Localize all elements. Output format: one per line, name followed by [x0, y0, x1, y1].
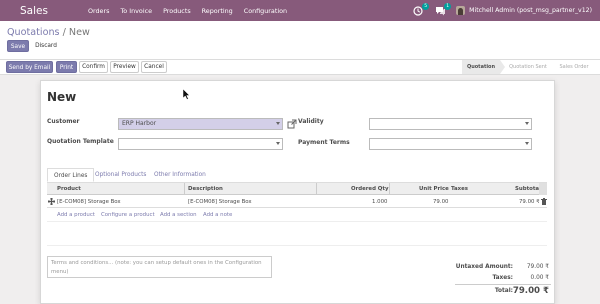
top-navbar: Sales Orders To Invoice Products Reporti…	[0, 0, 600, 21]
drag-handle-icon[interactable]	[47, 197, 56, 206]
col-taxes[interactable]: Taxes	[451, 186, 468, 192]
preview-button[interactable]: Preview	[110, 61, 139, 73]
col-divider	[184, 183, 185, 195]
taxes-label: Taxes:	[492, 275, 513, 281]
breadcrumb-quotations[interactable]: Quotations	[7, 27, 60, 38]
send-by-email-button[interactable]: Send by Email	[6, 61, 53, 73]
external-link-icon[interactable]	[287, 119, 297, 129]
app-name[interactable]: Sales	[20, 5, 48, 17]
total-value: 79.00 ₹	[512, 286, 549, 296]
messages-icon[interactable]: 1	[434, 2, 452, 17]
main-menu: Orders To Invoice Products Reporting Con…	[88, 7, 298, 15]
tab-optional-products[interactable]: Optional Products	[89, 168, 152, 182]
trash-icon[interactable]	[541, 198, 547, 205]
form-sheet: New Customer ERP Harbor Quotation Templa…	[40, 80, 555, 304]
col-divider	[389, 183, 390, 195]
customer-field[interactable]: ERP Harbor	[118, 118, 283, 130]
row-qty[interactable]: 1.000	[372, 199, 387, 205]
quotation-template-field[interactable]	[118, 138, 283, 150]
discard-button[interactable]: Discard	[32, 40, 60, 52]
taxes-value: 0.00 ₹	[530, 275, 549, 281]
chevron-down-icon[interactable]	[525, 142, 529, 145]
add-section-link[interactable]: Add a section	[160, 212, 197, 218]
tab-order-lines[interactable]: Order Lines	[47, 168, 95, 182]
configure-product-link[interactable]: Configure a product	[101, 212, 155, 218]
row-divider	[47, 245, 547, 246]
stage-sales-order[interactable]: Sales Order	[553, 60, 595, 74]
breadcrumb-current: New	[68, 27, 90, 38]
menu-to-invoice[interactable]: To Invoice	[120, 7, 152, 15]
validity-field[interactable]	[369, 118, 532, 130]
row-subtotal: 79.00 ₹	[519, 199, 540, 205]
untaxed-value: 79.00 ₹	[526, 264, 549, 270]
user-avatar[interactable]	[456, 6, 466, 15]
total-divider	[455, 284, 551, 285]
menu-products[interactable]: Products	[163, 7, 191, 15]
row-unit-price[interactable]: 79.00	[433, 199, 448, 205]
payment-terms-label: Payment Terms	[298, 139, 350, 146]
systray: 5 1 Mitchell Admin (post_msg_partner_v12…	[412, 0, 600, 21]
terms-conditions-field[interactable]: Terms and conditions... (note: you can s…	[47, 256, 272, 278]
row-divider	[47, 221, 547, 222]
save-button[interactable]: Save	[7, 40, 29, 52]
menu-reporting[interactable]: Reporting	[202, 7, 233, 15]
table-row[interactable]	[47, 195, 547, 208]
confirm-button[interactable]: Confirm	[79, 61, 108, 73]
messages-badge: 1	[444, 2, 452, 10]
stage-quotation[interactable]: Quotation	[462, 60, 500, 74]
quotation-template-label: Quotation Template	[47, 138, 114, 145]
row-product[interactable]: [E-COM08] Storage Box	[57, 199, 121, 205]
customer-label: Customer	[47, 118, 80, 125]
activity-icon[interactable]: 5	[412, 2, 430, 17]
payment-terms-field[interactable]	[369, 138, 532, 150]
stage-quotation-sent[interactable]: Quotation Sent	[504, 60, 552, 74]
untaxed-label: Untaxed Amount:	[455, 264, 513, 270]
terms-placeholder: Terms and conditions... (note: you can s…	[51, 260, 262, 275]
menu-configuration[interactable]: Configuration	[244, 7, 287, 15]
col-subtotal[interactable]: Subtotal	[515, 186, 541, 192]
cancel-button[interactable]: Cancel	[141, 61, 167, 73]
tab-other-information[interactable]: Other Information	[148, 168, 212, 182]
col-ordered-qty[interactable]: Ordered Qty	[351, 186, 388, 192]
breadcrumb-separator: /	[62, 27, 66, 38]
table-scroll-stub	[539, 183, 547, 195]
col-product[interactable]: Product	[57, 186, 81, 192]
chevron-down-icon[interactable]	[276, 142, 280, 145]
table-header	[47, 183, 547, 195]
record-title: New	[47, 90, 77, 104]
row-description[interactable]: [E-COM08] Storage Box	[188, 199, 252, 205]
status-bar: Send by Email Print Confirm Preview Canc…	[0, 59, 600, 75]
print-button[interactable]: Print	[56, 61, 77, 73]
total-label: Total:	[494, 288, 513, 294]
col-description[interactable]: Description	[188, 186, 223, 192]
chevron-down-icon[interactable]	[525, 122, 529, 125]
chevron-down-icon[interactable]	[276, 122, 280, 125]
breadcrumb: Quotations / New	[7, 27, 90, 38]
menu-orders[interactable]: Orders	[88, 7, 110, 15]
activity-badge: 5	[422, 2, 430, 10]
col-divider	[316, 183, 317, 195]
col-unit-price[interactable]: Unit Price	[419, 186, 449, 192]
add-product-link[interactable]: Add a product	[57, 212, 95, 218]
customer-value: ERP Harbor	[122, 120, 157, 127]
add-note-link[interactable]: Add a note	[203, 212, 232, 218]
user-name[interactable]: Mitchell Admin (post_msg_partner_v12)	[469, 7, 592, 14]
mouse-cursor-icon	[182, 88, 191, 100]
validity-label: Validity	[298, 118, 324, 125]
